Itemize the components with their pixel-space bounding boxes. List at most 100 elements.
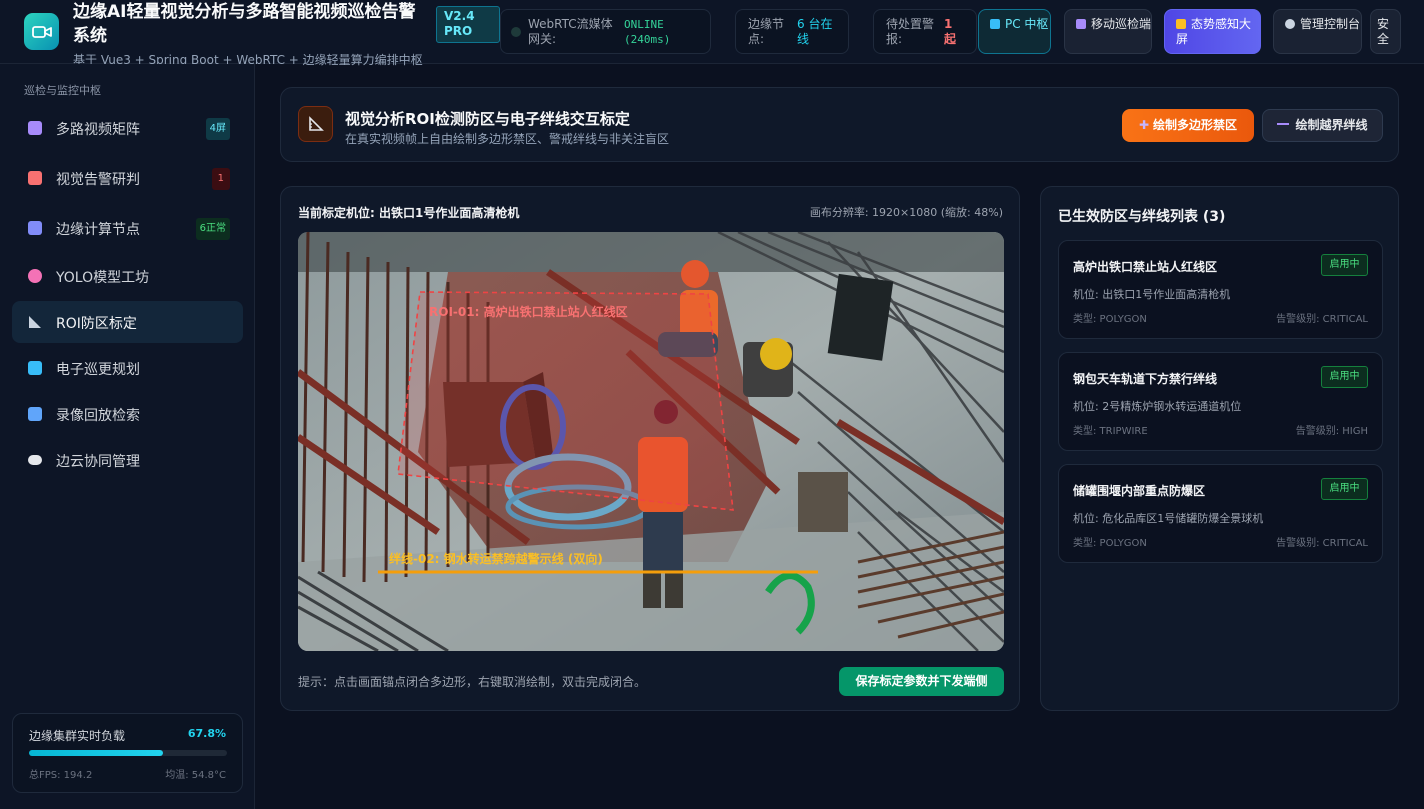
zone-alarm-level: 告警级别: CRITICAL: [1276, 314, 1368, 325]
sidebar-item-playback-search[interactable]: 录像回放检索: [12, 393, 243, 435]
pending-label: 待处置警报:: [886, 17, 935, 46]
tripwire-label: 绊线-02: 钢水转运禁跨越警示线 (双向): [389, 551, 603, 566]
load-progress-bar: [29, 750, 227, 756]
rewind-icon: [28, 407, 42, 421]
sidebar-item-edge-cloud[interactable]: 边云协同管理: [12, 439, 243, 481]
sidebar-item-patrol-planning[interactable]: 电子巡更规划: [12, 347, 243, 389]
load-progress-fill: [29, 750, 164, 756]
avg-temperature: 均温: 54.8°C: [165, 770, 226, 781]
zone-type: 类型: POLYGON: [1073, 538, 1147, 549]
laptop-icon: [990, 19, 1000, 29]
alarm-count-badge: 1: [211, 168, 230, 190]
sidebar-item-yolo-workshop[interactable]: YOLO模型工坊: [12, 255, 243, 297]
cloud-icon: [28, 455, 42, 465]
load-percent: 67.8%: [187, 727, 226, 740]
map-icon: [28, 361, 42, 375]
gear-icon: [1285, 19, 1295, 29]
security-label: 安全: [1377, 17, 1390, 46]
zone-name: 钢包天车轨道下方禁行绊线: [1073, 372, 1218, 386]
admin-console-button[interactable]: 管理控制台: [1273, 9, 1362, 54]
zone-camera-location: 机位: 2号精炼炉钢水转运通道机位: [1073, 400, 1242, 413]
edge-node-status: 边缘节点: 6 台在线: [735, 9, 849, 54]
node-status-badge: 6正常: [195, 218, 230, 240]
calibration-canvas-panel: 当前标定机位: 出铁口1号作业面高清枪机 画布分辨率: 1920×1080 (缩…: [280, 186, 1020, 711]
webrtc-label: WebRTC流媒体网关:: [528, 17, 613, 46]
video-frame-canvas[interactable]: ROI-01: 高炉出铁口禁止站人红线区 绊线-02: 钢水转运禁跨越警示线 (…: [298, 232, 1004, 651]
roi-header-panel: 视觉分析ROI检测防区与电子绊线交互标定 在真实视频帧上自由绘制多边形禁区、警戒…: [280, 87, 1399, 162]
edge-label: 边缘节点:: [748, 17, 785, 46]
zone-status-badge[interactable]: 启用中: [1321, 478, 1368, 500]
zones-list-title: 已生效防区与绊线列表 (3): [1058, 209, 1226, 225]
version-badge: V2.4 PRO: [436, 6, 500, 43]
admin-label: 管理控制台: [1300, 17, 1361, 31]
app-header: 边缘AI轻量视觉分析与多路智能视频巡检告警系统 基于 Vue3 + Spring…: [0, 0, 1424, 67]
zone-status-badge[interactable]: 启用中: [1321, 366, 1368, 388]
draw-tripwire-button[interactable]: 绘制越界绊线: [1262, 109, 1383, 142]
sidebar-item-label: YOLO模型工坊: [56, 270, 150, 286]
zone-type: 类型: TRIPWIRE: [1073, 426, 1148, 437]
sidebar-item-label: 视觉告警研判: [56, 172, 140, 188]
mobile-label: 移动巡检端: [1091, 17, 1152, 31]
sidebar-item-label: ROI防区标定: [56, 316, 137, 332]
total-fps: 总FPS: 194.2: [29, 770, 93, 781]
sidebar-item-video-matrix[interactable]: 多路视频矩阵 4屏: [12, 107, 243, 149]
page-subtitle: 在真实视频帧上自由绘制多边形禁区、警戒绊线与非关注盲区: [345, 132, 670, 146]
bar-chart-icon: [1176, 19, 1186, 29]
zone-status-badge[interactable]: 启用中: [1321, 254, 1368, 276]
sidebar-item-edge-nodes[interactable]: 边缘计算节点 6正常: [12, 207, 243, 249]
pc-hub-label: PC 中枢: [1005, 17, 1049, 31]
sidebar: 巡检与监控中枢 多路视频矩阵 4屏 视觉告警研判 1 边缘计算节点 6正常 YO…: [0, 64, 255, 809]
triangle-ruler-icon: [298, 106, 333, 142]
sidebar-item-label: 电子巡更规划: [56, 362, 140, 378]
pending-alarm-status: 待处置警报: 1 起: [873, 9, 977, 54]
webrtc-status: WebRTC流媒体网关: ONLINE (240ms): [500, 9, 711, 54]
current-camera-label: 当前标定机位: 出铁口1号作业面高清枪机: [298, 206, 520, 220]
sidebar-section-title: 巡检与监控中枢: [24, 84, 101, 97]
mobile-inspection-button[interactable]: 移动巡检端: [1064, 9, 1152, 54]
zone-camera-location: 机位: 危化品库区1号储罐防爆全景球机: [1073, 512, 1264, 525]
sidebar-item-label: 录像回放检索: [56, 408, 140, 424]
draw-polygon-button[interactable]: ✚ 绘制多边形禁区: [1122, 109, 1254, 142]
zone-card[interactable]: 钢包天车轨道下方禁行绊线 启用中 机位: 2号精炼炉钢水转运通道机位 类型: T…: [1058, 352, 1383, 451]
draw-polygon-label: 绘制多边形禁区: [1153, 118, 1238, 132]
triangle-ruler-icon: [28, 315, 42, 329]
alarm-siren-icon: [28, 171, 42, 185]
drawing-hint: 提示：点击画面锚点闭合多边形，右键取消绘制，双击完成闭合。: [298, 675, 647, 689]
phone-device-icon: [28, 221, 42, 235]
zone-alarm-level: 告警级别: CRITICAL: [1276, 538, 1368, 549]
dashboard-label: 态势感知大屏: [1176, 17, 1252, 46]
brain-icon: [28, 269, 42, 283]
zone-camera-location: 机位: 出铁口1号作业面高清枪机: [1073, 288, 1231, 301]
pending-value: 1 起: [944, 17, 957, 46]
sidebar-item-roi-calibration[interactable]: ROI防区标定: [12, 301, 243, 343]
sidebar-item-label: 多路视频矩阵: [56, 122, 140, 138]
dashboard-button[interactable]: 态势感知大屏: [1164, 9, 1261, 54]
zone-name: 高炉出铁口禁止站人红线区: [1073, 260, 1218, 274]
load-title: 边缘集群实时负载: [29, 729, 126, 743]
canvas-resolution: 画布分辨率: 1920×1080 (缩放: 48%): [809, 206, 1003, 219]
zone-card[interactable]: 储罐围堰内部重点防爆区 启用中 机位: 危化品库区1号储罐防爆全景球机 类型: …: [1058, 464, 1383, 563]
roi-zone-label: ROI-01: 高炉出铁口禁止站人红线区: [429, 304, 628, 319]
construction-scene-image: ROI-01: 高炉出铁口禁止站人红线区 绊线-02: 钢水转运禁跨越警示线 (…: [298, 232, 1004, 651]
edge-value: 6 台在线: [797, 17, 833, 46]
mobile-phone-icon: [1076, 19, 1086, 29]
active-zones-panel: 已生效防区与绊线列表 (3) 高炉出铁口禁止站人红线区 启用中 机位: 出铁口1…: [1040, 186, 1399, 711]
status-dot-icon: [511, 27, 521, 37]
zone-card[interactable]: 高炉出铁口禁止站人红线区 启用中 机位: 出铁口1号作业面高清枪机 类型: PO…: [1058, 240, 1383, 339]
page-title: 视觉分析ROI检测防区与电子绊线交互标定: [345, 110, 630, 128]
line-icon: [1277, 123, 1290, 125]
draw-tripwire-label: 绘制越界绊线: [1295, 118, 1368, 132]
video-count-badge: 4屏: [205, 118, 230, 140]
plus-icon: ✚: [1138, 118, 1150, 132]
edge-load-card: 边缘集群实时负载 67.8% 总FPS: 194.2 均温: 54.8°C: [12, 713, 243, 793]
app-title: 边缘AI轻量视觉分析与多路智能视频巡检告警系统: [73, 2, 416, 46]
save-calibration-button[interactable]: 保存标定参数并下发端侧: [839, 667, 1004, 696]
zone-name: 储罐围堰内部重点防爆区: [1073, 484, 1206, 498]
camera-icon: [28, 121, 42, 135]
video-camera-logo-icon: [24, 13, 59, 50]
zone-alarm-level: 告警级别: HIGH: [1295, 426, 1368, 437]
security-button[interactable]: 安全: [1370, 9, 1401, 54]
sidebar-item-label: 边云协同管理: [56, 454, 140, 470]
pc-hub-button[interactable]: PC 中枢: [978, 9, 1051, 54]
sidebar-item-alarm-review[interactable]: 视觉告警研判 1: [12, 157, 243, 199]
